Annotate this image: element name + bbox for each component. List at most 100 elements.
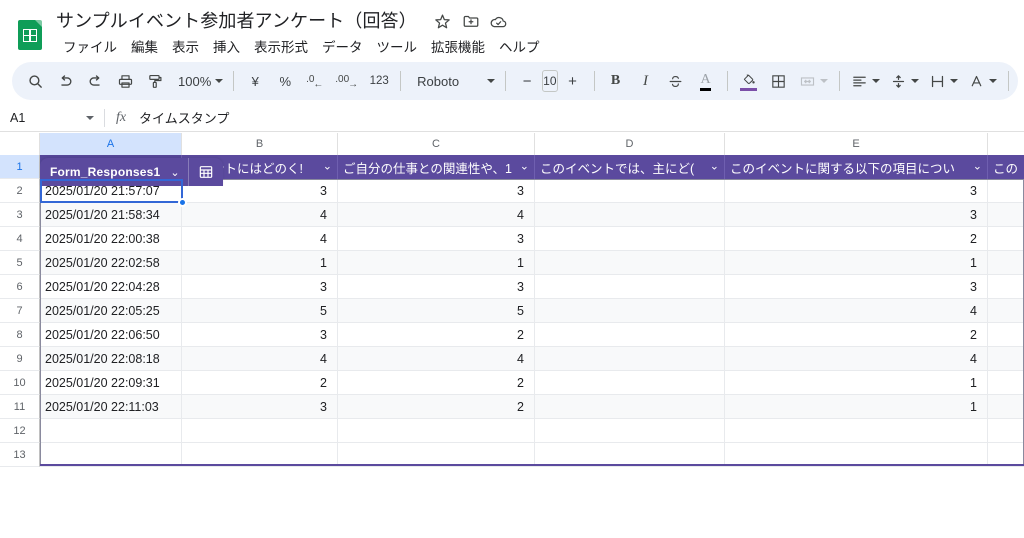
cell-a[interactable]: 2025/01/20 21:58:34	[40, 203, 182, 227]
cloud-saved-icon[interactable]	[487, 9, 511, 33]
menu-item-format[interactable]: 表示形式	[247, 36, 315, 60]
cell-f[interactable]	[988, 323, 1024, 347]
table-row[interactable]: 12	[0, 419, 1024, 443]
chevron-down-icon[interactable]: ⌄	[520, 161, 529, 173]
cell-e[interactable]: 3	[725, 203, 988, 227]
text-color-button[interactable]: A	[691, 66, 721, 96]
row-header[interactable]: 6	[0, 275, 40, 299]
menu-item-help[interactable]: ヘルプ	[492, 36, 547, 60]
cell-a[interactable]: 2025/01/20 22:11:03	[40, 395, 182, 419]
borders-icon[interactable]	[764, 66, 794, 96]
cell-a[interactable]: 2025/01/20 22:04:28	[40, 275, 182, 299]
cell-f[interactable]	[988, 203, 1024, 227]
text-rotation-icon[interactable]	[963, 66, 1002, 96]
cell-b[interactable]	[182, 443, 338, 467]
cell-e[interactable]	[725, 443, 988, 467]
select-all-corner[interactable]	[0, 133, 40, 155]
header-cell-c[interactable]: ご自分の仕事との関連性や、1 ⌄	[338, 155, 535, 179]
more-options-icon[interactable]	[1015, 66, 1018, 96]
cell-c[interactable]: 4	[338, 347, 535, 371]
table-row[interactable]: 9 2025/01/20 22:08:18 4 4 4	[0, 347, 1024, 371]
cell-c[interactable]: 2	[338, 395, 535, 419]
menu-item-tools[interactable]: ツール	[370, 36, 425, 60]
font-size-input[interactable]: 10	[542, 70, 558, 92]
cell-b[interactable]: 5	[182, 299, 338, 323]
row-header[interactable]: 3	[0, 203, 40, 227]
table-row[interactable]: 10 2025/01/20 22:09:31 2 2 1	[0, 371, 1024, 395]
table-row[interactable]: 13	[0, 443, 1024, 467]
cell-c[interactable]	[338, 443, 535, 467]
currency-format-button[interactable]: ¥	[240, 66, 270, 96]
fill-color-icon[interactable]	[734, 66, 764, 96]
header-cell-e[interactable]: このイベントに関する以下の項目につい ⌄	[725, 155, 988, 179]
column-header-f[interactable]	[988, 133, 1024, 155]
row-header-1[interactable]: 1	[0, 155, 40, 179]
header-cell-f[interactable]: この	[988, 155, 1024, 179]
cell-a[interactable]: 2025/01/20 22:06:50	[40, 323, 182, 347]
cell-e[interactable]: 3	[725, 179, 988, 203]
more-formats-button[interactable]: 123	[364, 66, 394, 96]
cell-a[interactable]: 2025/01/20 22:02:58	[40, 251, 182, 275]
row-header[interactable]: 4	[0, 227, 40, 251]
row-header[interactable]: 12	[0, 419, 40, 443]
star-icon[interactable]	[431, 9, 455, 33]
table-row[interactable]: 7 2025/01/20 22:05:25 5 5 4	[0, 299, 1024, 323]
cell-f[interactable]	[988, 371, 1024, 395]
cell-c[interactable]: 3	[338, 275, 535, 299]
table-row[interactable]: 11 2025/01/20 22:11:03 3 2 1	[0, 395, 1024, 419]
cell-e[interactable]: 4	[725, 299, 988, 323]
cell-a[interactable]	[40, 443, 182, 467]
cell-b[interactable]: 4	[182, 203, 338, 227]
chevron-down-icon[interactable]: ⌄	[323, 161, 332, 173]
cell-d[interactable]	[535, 347, 725, 371]
row-header[interactable]: 9	[0, 347, 40, 371]
chevron-down-icon[interactable]: ⌄	[170, 166, 179, 179]
row-header[interactable]: 10	[0, 371, 40, 395]
formula-input[interactable]: タイムスタンプ	[131, 108, 1024, 127]
cell-e[interactable]: 4	[725, 347, 988, 371]
row-header[interactable]: 13	[0, 443, 40, 467]
cell-d[interactable]	[535, 275, 725, 299]
row-header[interactable]: 8	[0, 323, 40, 347]
cell-d[interactable]	[535, 323, 725, 347]
cell-a[interactable]: 2025/01/20 22:05:25	[40, 299, 182, 323]
document-title[interactable]: サンプルイベント参加者アンケート（回答）	[56, 6, 417, 36]
merge-cells-icon[interactable]	[794, 66, 833, 96]
cell-e[interactable]: 2	[725, 227, 988, 251]
strikethrough-icon[interactable]	[661, 66, 691, 96]
cell-b[interactable]: 3	[182, 323, 338, 347]
cell-a[interactable]: 2025/01/20 22:00:38	[40, 227, 182, 251]
column-header-d[interactable]: D	[535, 133, 725, 155]
cell-e[interactable]: 1	[725, 251, 988, 275]
table-row[interactable]: 3 2025/01/20 21:58:34 4 4 3	[0, 203, 1024, 227]
cell-f[interactable]	[988, 299, 1024, 323]
row-header[interactable]: 7	[0, 299, 40, 323]
table-row[interactable]: 6 2025/01/20 22:04:28 3 3 3	[0, 275, 1024, 299]
menu-item-insert[interactable]: 挿入	[206, 36, 247, 60]
column-header-e[interactable]: E	[725, 133, 988, 155]
menu-item-extensions[interactable]: 拡張機能	[424, 36, 492, 60]
row-header[interactable]: 5	[0, 251, 40, 275]
chevron-down-icon[interactable]: ⌄	[710, 161, 719, 173]
cell-e[interactable]	[725, 419, 988, 443]
cell-b[interactable]: 2	[182, 371, 338, 395]
text-wrap-icon[interactable]	[924, 66, 963, 96]
cell-f[interactable]	[988, 443, 1024, 467]
cell-c[interactable]	[338, 419, 535, 443]
decrease-font-size-button[interactable]: −	[512, 66, 542, 96]
cell-c[interactable]: 4	[338, 203, 535, 227]
menu-item-data[interactable]: データ	[315, 36, 370, 60]
zoom-control[interactable]: 100%	[170, 66, 227, 96]
row-header[interactable]: 2	[0, 179, 40, 203]
italic-button[interactable]: I	[631, 66, 661, 96]
cell-d[interactable]	[535, 299, 725, 323]
cell-f[interactable]	[988, 395, 1024, 419]
cell-e[interactable]: 1	[725, 371, 988, 395]
cell-d[interactable]	[535, 179, 725, 203]
search-icon[interactable]	[20, 66, 50, 96]
cell-e[interactable]: 3	[725, 275, 988, 299]
cell-d[interactable]	[535, 227, 725, 251]
cell-c[interactable]: 5	[338, 299, 535, 323]
cell-a[interactable]: 2025/01/20 22:09:31	[40, 371, 182, 395]
cell-d[interactable]	[535, 443, 725, 467]
